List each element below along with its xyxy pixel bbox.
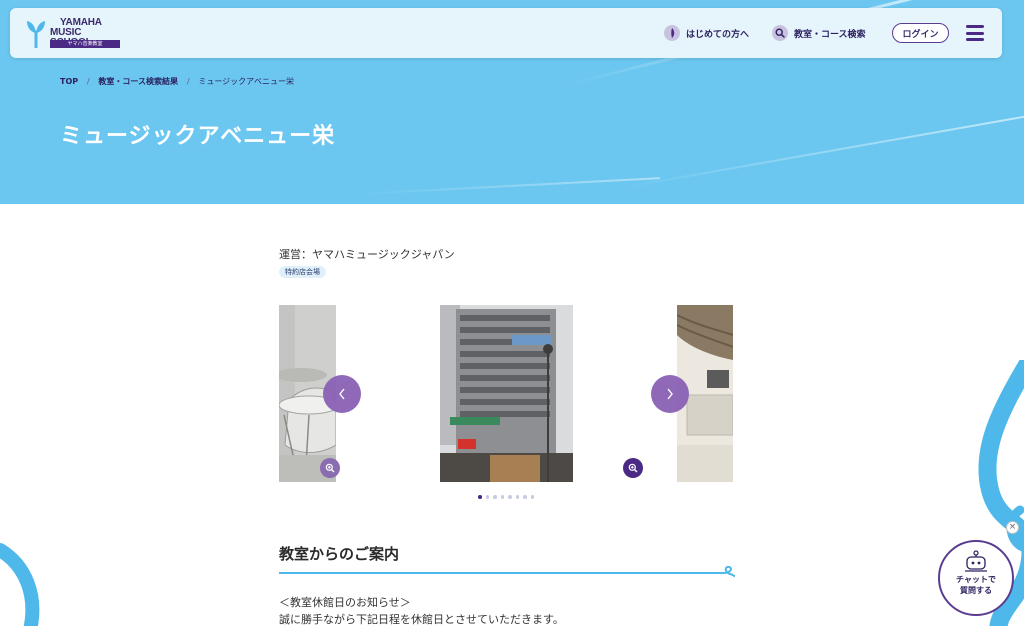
nav-search-label: 教室・コース検索 xyxy=(794,29,866,40)
chat-button[interactable]: チャットで 質問する xyxy=(938,540,1014,616)
page-title: ミュージックアベニュー栄 xyxy=(60,124,336,149)
logo-subtitle: ヤマハ音楽教室 xyxy=(50,40,120,48)
site-header: YAMAHA MUSIC SCHOOL ヤマハ音楽教室 はじめての方へ 教室・コ… xyxy=(10,8,1002,58)
breadcrumb: TOP / 教室・コース検索結果 / ミュージックアベニュー栄 xyxy=(60,76,294,87)
section-underline xyxy=(279,566,735,578)
building-exterior-photo xyxy=(440,305,573,482)
chat-close-button[interactable]: × xyxy=(1006,521,1019,534)
carousel-dot[interactable] xyxy=(478,495,482,499)
nav-first-time-label: はじめての方へ xyxy=(686,29,750,40)
logo-sprout-icon xyxy=(27,21,45,48)
carousel-next-button[interactable] xyxy=(651,375,689,413)
carousel-slide-building[interactable] xyxy=(440,305,573,482)
section-title: 教室からのご案内 xyxy=(279,545,400,563)
hamburger-menu-icon[interactable] xyxy=(966,25,984,41)
zoom-image-button[interactable] xyxy=(623,458,643,478)
carousel-dot[interactable] xyxy=(515,495,519,499)
breadcrumb-top-link[interactable]: TOP xyxy=(60,77,78,86)
zoom-image-button[interactable] xyxy=(320,458,340,478)
zoom-in-icon xyxy=(325,463,335,473)
chat-label: チャットで 質問する xyxy=(956,575,996,595)
breadcrumb-separator: / xyxy=(186,77,190,86)
hero-decoration xyxy=(623,113,1024,189)
carousel-dot[interactable] xyxy=(530,495,534,499)
leaf-icon xyxy=(664,25,680,41)
carousel-dot[interactable] xyxy=(508,495,512,499)
breadcrumb-current: ミュージックアベニュー栄 xyxy=(198,77,295,86)
yamaha-music-school-logo[interactable]: YAMAHA MUSIC SCHOOL ヤマハ音楽教室 xyxy=(26,16,122,52)
login-button[interactable]: ログイン xyxy=(892,23,949,43)
carousel-prev-button[interactable] xyxy=(323,375,361,413)
notice-body: 誠に勝手ながら下記日程を休館日とさせていただきます。 xyxy=(279,613,564,626)
nav-search-link[interactable]: 教室・コース検索 xyxy=(772,25,866,41)
notice-heading: ＜教室休館日のお知らせ＞ xyxy=(279,596,411,609)
nav-first-time-link[interactable]: はじめての方へ xyxy=(664,25,749,41)
breadcrumb-search-results-link[interactable]: 教室・コース検索結果 xyxy=(98,77,178,86)
carousel-dot[interactable] xyxy=(485,495,489,499)
hero-decoration xyxy=(360,177,660,195)
search-icon xyxy=(772,25,788,41)
chevron-left-icon xyxy=(339,388,345,400)
school-operator: 運営：ヤマハミュージックジャパン xyxy=(279,248,455,261)
carousel-dot[interactable] xyxy=(500,495,504,499)
carousel-pagination xyxy=(478,495,534,499)
breadcrumb-separator: / xyxy=(86,77,90,86)
carousel-dot[interactable] xyxy=(493,495,497,499)
carousel-dot[interactable] xyxy=(523,495,527,499)
zoom-in-icon xyxy=(628,463,638,473)
venue-type-tag: 特約店会場 xyxy=(279,266,326,278)
robot-icon xyxy=(965,550,987,572)
chevron-right-icon xyxy=(667,388,673,400)
decorative-swirl xyxy=(0,543,40,626)
